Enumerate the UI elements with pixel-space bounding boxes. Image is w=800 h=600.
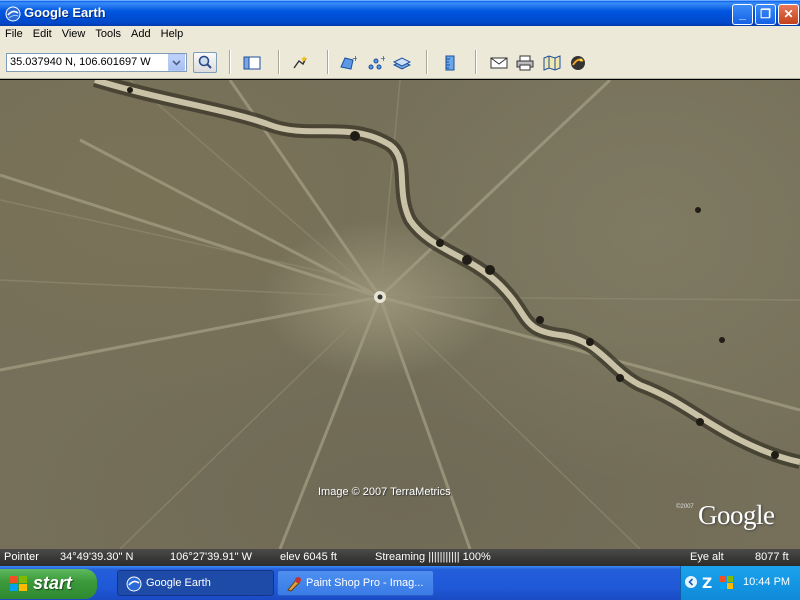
email-icon[interactable] (490, 55, 508, 71)
windows-flag-icon[interactable] (719, 575, 735, 591)
sidebar-icon[interactable] (243, 55, 261, 71)
taskbar-item-paint-shop-pro[interactable]: Paint Shop Pro - Imag... (277, 570, 434, 596)
toolbar-separator (327, 50, 329, 74)
print-icon[interactable] (516, 55, 534, 71)
taskbar: start Google Earth Paint Shop Pro - Imag… (0, 566, 800, 600)
status-bar: Pointer 34°49'39.30" N 106°27'39.91" W e… (0, 549, 800, 566)
ruler-icon[interactable] (441, 55, 459, 71)
menu-help[interactable]: Help (156, 26, 189, 42)
start-button[interactable]: start (0, 569, 97, 599)
zonealarm-icon[interactable]: Z (701, 575, 717, 591)
map-viewport[interactable]: Image © 2007 TerraMetrics ©2007 Google (0, 80, 800, 549)
clock: 10:44 PM (743, 576, 791, 588)
google-earth-icon (5, 6, 21, 22)
toolbar-separator (475, 50, 477, 74)
taskbar-item-google-earth[interactable]: Google Earth (117, 570, 274, 596)
title-bar[interactable]: Google Earth _ ❐ ✕ (0, 0, 800, 26)
brand-year: ©2007 (676, 504, 694, 510)
close-button[interactable]: ✕ (778, 4, 799, 25)
eye-alt-label: Eye alt (690, 551, 724, 563)
toolbar-separator (278, 50, 280, 74)
pointer-label: Pointer (4, 551, 39, 563)
minimize-button[interactable]: _ (732, 4, 753, 25)
placemark-icon[interactable] (291, 55, 309, 71)
menu-edit[interactable]: Edit (28, 26, 57, 42)
map-icon[interactable] (543, 55, 561, 71)
window-title: Google Earth (24, 5, 106, 20)
search-icon (198, 55, 212, 69)
menu-tools[interactable]: Tools (90, 26, 126, 42)
satellite-imagery (0, 80, 800, 549)
paint-shop-pro-icon (287, 577, 301, 592)
svg-text:+: + (352, 55, 357, 63)
menu-bar: File Edit View Tools Add Help (0, 26, 800, 44)
toolbar-separator (229, 50, 231, 74)
pointer-longitude: 106°27'39.91" W (170, 551, 252, 563)
chevron-down-icon (172, 60, 181, 66)
overlay-icon[interactable] (393, 55, 411, 71)
imagery-copyright: Image © 2007 TerraMetrics (318, 486, 451, 498)
system-tray: Z 10:44 PM (680, 566, 800, 600)
pointer-latitude: 34°49'39.30" N (60, 551, 134, 563)
google-logo: Google (698, 500, 775, 530)
menu-add[interactable]: Add (126, 26, 156, 42)
svg-text:Z: Z (702, 576, 712, 591)
taskbar-item-label: Google Earth (146, 577, 211, 589)
polygon-icon[interactable]: + (339, 55, 357, 71)
svg-text:+: + (380, 55, 385, 63)
streaming-status: Streaming ||||||||||| 100% (375, 551, 491, 563)
google-earth-icon (126, 576, 142, 592)
search-dropdown-button[interactable] (168, 54, 185, 71)
start-label: start (33, 573, 73, 593)
sky-icon[interactable] (569, 55, 587, 71)
tray-expand-icon[interactable] (684, 575, 698, 589)
maximize-button[interactable]: ❐ (755, 4, 776, 25)
eye-alt-value: 8077 ft (755, 551, 789, 563)
taskbar-item-label: Paint Shop Pro - Imag... (306, 577, 424, 589)
elevation: elev 6045 ft (280, 551, 337, 563)
location-search-input[interactable]: 35.037940 N, 106.601697 W (6, 53, 187, 72)
menu-file[interactable]: File (0, 26, 28, 42)
path-icon[interactable]: + (367, 55, 385, 71)
menu-view[interactable]: View (57, 26, 91, 42)
search-button[interactable] (193, 52, 217, 73)
windows-logo-icon (10, 576, 27, 591)
toolbar-separator (426, 50, 428, 74)
toolbar: 35.037940 N, 106.601697 W + + (0, 44, 800, 79)
